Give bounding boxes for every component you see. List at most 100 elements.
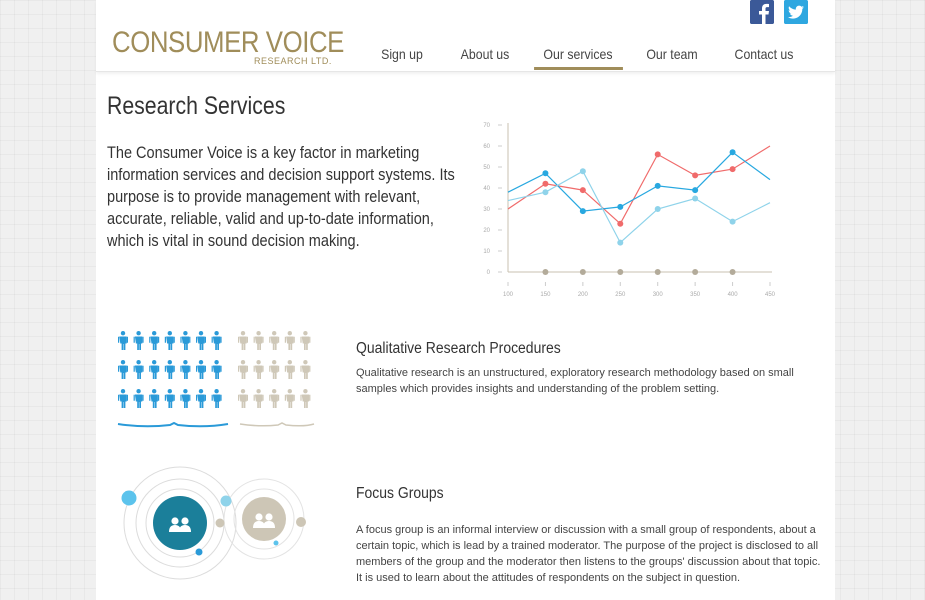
nav-sign-up[interactable]: Sign up [376,46,429,70]
person-icon [149,389,160,408]
people-illustration [117,331,315,428]
person-icon [269,360,280,379]
line-chart: 0 10 20 30 40 50 60 70 100 150 200 250 300 350 400 450 [483,123,776,298]
person-icon [253,389,264,408]
y-tick-label: 60 [483,144,490,150]
person-icon [149,331,160,350]
series-3-point [729,269,736,275]
accent-dot [220,495,232,507]
person-icon [284,389,295,408]
x-tick-label: 450 [765,292,776,298]
page-title: Research Services [107,92,286,120]
x-tick-label: 250 [615,292,626,298]
series-2-point [542,189,549,196]
nav-contact-us[interactable]: Contact us [729,46,799,70]
x-tick-label: 350 [690,292,701,298]
series-2-point [654,206,661,212]
series-3-point [692,269,699,275]
accent-dot [273,540,279,546]
series-0-point [579,187,586,194]
nav-about-us[interactable]: About us [456,46,514,70]
person-icon [300,331,311,350]
person-icon [211,331,222,350]
series-2-point [579,168,586,175]
person-icon [133,331,144,350]
person-icon [133,360,144,379]
person-icon [238,360,248,379]
section-text-qualitative: Qualitative research is an unstructured,… [356,367,794,395]
series-0-point [729,166,736,173]
section-title-focus-groups: Focus Groups [356,485,444,502]
x-tick-label: 200 [578,292,589,298]
site-header: CONSUMER VOICE RESEARCH LTD. Sign up Abo… [96,0,835,72]
x-tick-label: 100 [503,292,514,298]
person-icon [284,331,295,350]
person-icon [269,331,280,350]
y-tick-label: 30 [483,207,490,213]
series-0-point [617,220,624,227]
person-icon [300,360,311,379]
y-tick-label: 10 [483,249,490,255]
section-title-qualitative: Qualitative Research Procedures [356,340,561,357]
beige-bracket [239,422,315,427]
person-icon [118,360,128,379]
group-circle-main [153,496,207,550]
person-icon [180,360,191,379]
series-1-point [729,149,736,156]
person-icon [211,389,222,408]
accent-dot [215,518,225,528]
accent-dot [121,490,137,506]
page: CONSUMER VOICE RESEARCH LTD. Sign up Abo… [96,0,835,600]
nav-our-team[interactable]: Our team [640,46,703,70]
person-icon [180,331,191,350]
person-icon [196,360,206,379]
section-text-focus-groups: A focus group is an informal interview o… [356,524,821,584]
focus-group-illustration [121,466,306,580]
series-0-point [542,180,549,187]
series-1-point [692,187,699,194]
person-icon [269,389,280,408]
series-2-point [692,195,699,202]
person-icon [196,389,206,408]
x-tick-label: 300 [653,292,664,298]
y-tick-label: 20 [483,228,490,234]
person-icon [118,389,128,408]
nav-active-indicator [534,67,623,70]
series-1-point [617,203,624,210]
series-0-point [692,172,699,179]
person-icon [238,389,248,408]
person-icon [196,331,206,350]
person-icon [180,389,191,408]
person-icon [284,360,295,379]
series-3-point [579,269,586,275]
person-icon [149,360,160,379]
person-icon [238,331,248,350]
person-icon [164,331,175,350]
y-tick-label: 0 [487,270,491,276]
intro-paragraph: The Consumer Voice is a key factor in ma… [107,144,455,250]
y-tick-label: 70 [483,123,490,129]
x-tick-label: 150 [540,292,551,298]
person-icon [164,360,175,379]
x-tick-label: 400 [728,292,739,298]
series-2-point [617,239,624,246]
person-icon [133,389,144,408]
y-tick-label: 40 [483,186,490,192]
person-icon [211,360,222,379]
main-nav: Sign up About us Our services Our team C… [96,0,835,71]
series-0-point [654,151,661,158]
accent-dot [296,517,306,527]
series-3-point [617,269,624,275]
series-1-point [654,182,661,189]
person-icon [118,331,128,350]
series-1-point [542,170,549,177]
blue-bracket [117,421,229,428]
group-circle-secondary [242,497,286,541]
person-icon [164,389,175,408]
series-1-point [579,208,586,215]
series-2-point [729,218,736,225]
person-icon [253,331,264,350]
series-3-point [542,269,549,275]
y-tick-label: 50 [483,165,490,171]
person-icon [300,389,311,408]
